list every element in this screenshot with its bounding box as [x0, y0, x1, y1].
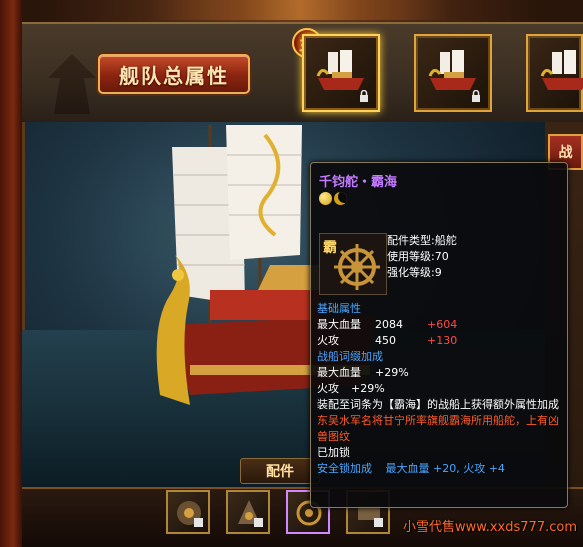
stat-value: +29% [351, 382, 385, 395]
smile-icon [319, 192, 332, 205]
ship-slot-3[interactable] [526, 34, 583, 112]
affix-bonus-header: 战船词缀加成 [317, 350, 383, 363]
part-slot-1[interactable] [166, 490, 210, 534]
stat-bonus: +130 [427, 334, 458, 347]
lock-icon [472, 90, 480, 102]
moon-icon [334, 192, 347, 205]
item-lore: 东吴水军名将甘宁所率旗舰霸海所用船舵，上有凶兽图纹 [317, 414, 559, 443]
lock-status: 已加锁 [317, 446, 350, 459]
enhance-value: 9 [434, 266, 442, 279]
level-value: 70 [434, 250, 449, 263]
seller-watermark: 小雪代售www.xxds777.com [403, 520, 577, 535]
fleet-total-attributes-button[interactable]: 舰队总属性 [98, 54, 250, 94]
left-edge-decoration [0, 0, 22, 547]
item-details: 基础属性 最大血量 2084 +604 火攻 450 +130 战船词缀加成 最… [317, 301, 563, 477]
ship-wheel-icon [334, 244, 380, 290]
base-attributes-header: 基础属性 [317, 302, 361, 315]
safe-lock-value: 最大血量 +20, 火攻 +4 [385, 462, 505, 475]
stat-name: 最大血量 [317, 318, 361, 331]
part-slot-2[interactable] [226, 490, 270, 534]
stat-value: 450 [375, 334, 396, 347]
safe-lock-label: 安全锁加成 [317, 462, 372, 475]
affix-stat-fire-attack: 火攻 +29% [317, 381, 563, 397]
ship-slot-1[interactable] [302, 34, 380, 112]
ship-thumbnail-icon [540, 50, 583, 90]
enhance-label: 强化等级: [387, 266, 435, 279]
item-icon: 霸 [319, 233, 387, 295]
item-name: 千钧舵・霸海 [319, 175, 398, 190]
item-tooltip: 千钧舵・霸海 霸 配件类型:船舵 使用等级:70 强化等级:9 基础属性 最大血… [310, 162, 568, 508]
ship-slot-2[interactable] [414, 34, 492, 112]
stat-name: 火攻 [317, 382, 339, 395]
level-label: 使用等级: [387, 250, 435, 263]
stat-bonus: +604 [427, 318, 458, 331]
item-quality-marks [319, 192, 347, 205]
parts-section-label: 配件 [240, 458, 320, 484]
stat-name: 最大血量 [317, 366, 361, 379]
stat-value: +29% [375, 366, 409, 379]
item-meta: 配件类型:船舵 使用等级:70 强化等级:9 [387, 233, 457, 281]
type-label: 配件类型: [387, 234, 435, 247]
safe-lock-bonus: 安全锁加成 最大血量 +20, 火攻 +4 [317, 461, 563, 477]
stat-name: 火攻 [317, 334, 339, 347]
stat-value: 2084 [375, 318, 403, 331]
base-stat-hp: 最大血量 2084 +604 [317, 317, 563, 333]
affix-stat-hp: 最大血量 +29% [317, 365, 563, 381]
type-value: 船舵 [434, 234, 457, 247]
part-icon [238, 500, 263, 527]
top-banner-decoration [150, 0, 450, 20]
base-stat-fire-attack: 火攻 450 +130 [317, 333, 563, 349]
lock-icon [360, 90, 368, 102]
affix-note: 装配至词条为【霸海】的战船上获得额外属性加成 [317, 398, 559, 411]
part-icon [177, 501, 203, 527]
